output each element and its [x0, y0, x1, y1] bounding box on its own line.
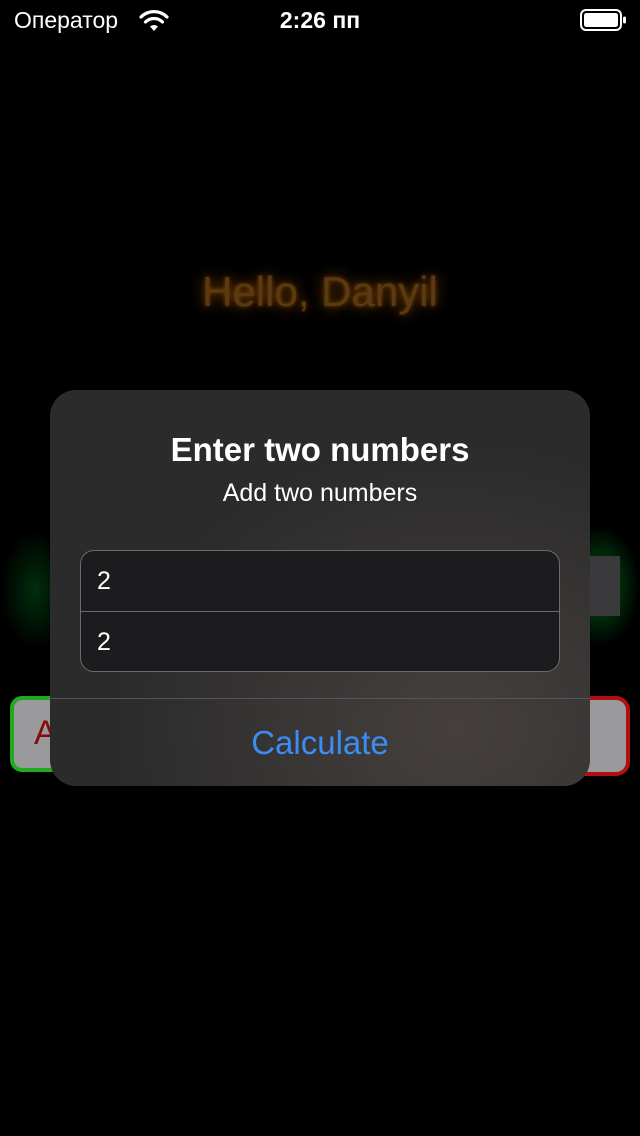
battery-icon	[580, 9, 626, 31]
status-time: 2:26 пп	[279, 7, 361, 33]
background-button-edge	[588, 556, 620, 616]
first-number-field[interactable]	[81, 551, 559, 611]
greeting-label: Hello, Danyil	[202, 268, 438, 315]
status-bar: Оператор 2:26 пп	[0, 0, 640, 40]
text-field-group	[80, 550, 560, 672]
screen: Оператор 2:26 пп Hello, Danyil A Enter t…	[0, 0, 640, 1136]
alert-title: Enter two numbers	[170, 431, 470, 468]
alert-message: Add two numbers	[222, 479, 418, 507]
second-number-field[interactable]	[81, 612, 559, 671]
calculate-button[interactable]: Calculate	[50, 699, 590, 786]
